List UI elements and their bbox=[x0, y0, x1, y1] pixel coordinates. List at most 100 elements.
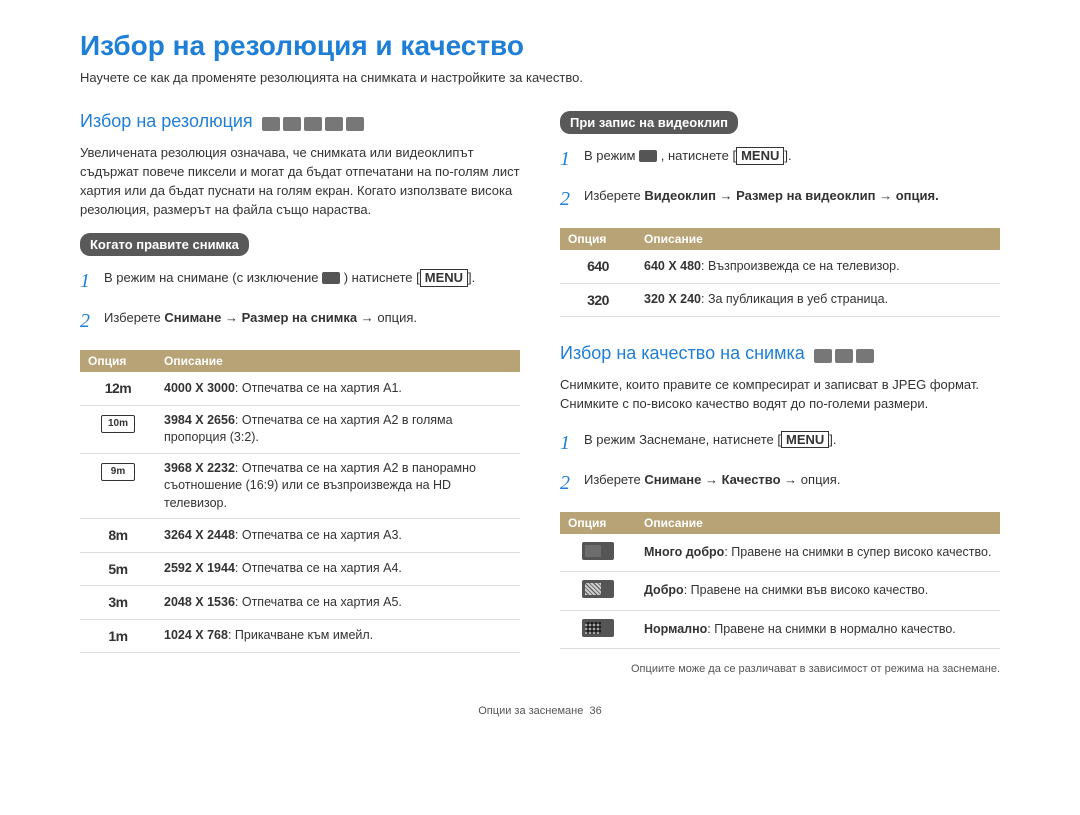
right-bottom-desc: Снимките, които правите се компресират и… bbox=[560, 376, 1000, 414]
table-row: 1m 1024 X 768: Прикачване към имейл. bbox=[80, 619, 520, 653]
page-footer: Опции за заснемане 36 bbox=[80, 705, 1000, 717]
quality-footnote: Опциите може да се различават в зависимо… bbox=[560, 663, 1000, 675]
table-row: Много добро: Правене на снимки в супер в… bbox=[560, 534, 1000, 572]
quality-icon bbox=[582, 580, 614, 598]
mode-icon bbox=[283, 117, 301, 131]
table-row: 9m 3968 X 2232: Отпечатва се на хартия A… bbox=[80, 453, 520, 519]
right-top-subhead: При запис на видеоклип bbox=[560, 111, 738, 134]
step-number: 2 bbox=[560, 184, 584, 214]
th-description: Описание bbox=[636, 512, 1000, 534]
quality-label: Нормално bbox=[644, 622, 707, 636]
resolution-icon: 5m bbox=[102, 561, 134, 577]
mode-icon bbox=[325, 117, 343, 131]
text: опция. bbox=[801, 472, 841, 487]
resolution-desc: : Прикачване към имейл. bbox=[228, 628, 373, 642]
text: . bbox=[472, 270, 476, 285]
table-row: 8m 3264 X 2448: Отпечатва се на хартия A… bbox=[80, 519, 520, 553]
step-number: 2 bbox=[80, 306, 104, 336]
video-size-icon: 640 bbox=[582, 258, 614, 274]
resolution-value: 2048 X 1536 bbox=[164, 595, 235, 609]
resolution-value: 3968 X 2232 bbox=[164, 461, 235, 475]
movie-mode-icon bbox=[322, 272, 340, 284]
text: опция. bbox=[896, 188, 939, 203]
table-row: 12m 4000 X 3000: Отпечатва се на хартия … bbox=[80, 372, 520, 405]
table-row: 640 640 X 480: Възпроизвежда се на телев… bbox=[560, 250, 1000, 283]
path: Снимане → Качество → bbox=[644, 472, 797, 487]
resolution-value: 1024 X 768 bbox=[164, 628, 228, 642]
table-row: 3m 2048 X 1536: Отпечатва се на хартия A… bbox=[80, 586, 520, 620]
left-resolution-table: Опция Описание 12m 4000 X 3000: Отпечатв… bbox=[80, 350, 520, 653]
page-title: Избор на резолюция и качество bbox=[80, 30, 1000, 62]
mode-icon bbox=[262, 117, 280, 131]
right-bottom-heading: Избор на качество на снимка bbox=[560, 343, 805, 364]
quality-icon bbox=[582, 542, 614, 560]
step-number: 2 bbox=[560, 468, 584, 498]
th-description: Описание bbox=[156, 350, 520, 372]
footer-page: 36 bbox=[589, 705, 601, 717]
step-number: 1 bbox=[80, 266, 104, 296]
mode-icon bbox=[346, 117, 364, 131]
quality-desc: : Правене на снимки във високо качество. bbox=[684, 583, 929, 597]
resolution-icon: 1m bbox=[102, 628, 134, 644]
path: Видеоклип → Размер на видеоклип → bbox=[644, 188, 892, 203]
th-description: Описание bbox=[636, 228, 1000, 250]
text: , натиснете bbox=[661, 148, 733, 163]
resolution-icon: 9m bbox=[101, 463, 135, 481]
mode-icon bbox=[814, 349, 832, 363]
resolution-value: 2592 X 1944 bbox=[164, 561, 235, 575]
text: В режим Заснемане, натиснете bbox=[584, 432, 777, 447]
menu-button-label: MENU bbox=[781, 431, 829, 449]
left-step-2: 2 Изберете Снимане → Размер на снимка → … bbox=[80, 306, 520, 336]
th-option: Опция bbox=[560, 512, 636, 534]
resolution-value: 3984 X 2656 bbox=[164, 413, 235, 427]
text: В режим bbox=[584, 148, 639, 163]
resolution-value: 4000 X 3000 bbox=[164, 381, 235, 395]
quality-label: Добро bbox=[644, 583, 684, 597]
resolution-value: 3264 X 2448 bbox=[164, 528, 235, 542]
left-mode-icons bbox=[262, 117, 364, 131]
resolution-desc: : Отпечатва се на хартия A3. bbox=[235, 528, 402, 542]
table-row: 10m 3984 X 2656: Отпечатва се на хартия … bbox=[80, 405, 520, 453]
table-row: Добро: Правене на снимки във високо каче… bbox=[560, 572, 1000, 611]
step-number: 1 bbox=[560, 144, 584, 174]
video-size-value: 640 X 480 bbox=[644, 259, 701, 273]
text: . bbox=[833, 432, 837, 447]
mode-icon bbox=[856, 349, 874, 363]
text: Изберете bbox=[584, 188, 644, 203]
quality-table: Опция Описание Много добро: Правене на с… bbox=[560, 512, 1000, 650]
resolution-desc: : Отпечатва се на хартия A5. bbox=[235, 595, 402, 609]
right-top-step-1: 1 В режим , натиснете [MENU]. bbox=[560, 144, 1000, 174]
resolution-desc: : Отпечатва се на хартия A4. bbox=[235, 561, 402, 575]
table-row: 5m 2592 X 1944: Отпечатва се на хартия A… bbox=[80, 552, 520, 586]
left-subhead: Когато правите снимка bbox=[80, 233, 249, 256]
video-size-desc: : Възпроизвежда се на телевизор. bbox=[701, 259, 900, 273]
left-step-1: 1 В режим на снимане (с изключение ) нат… bbox=[80, 266, 520, 296]
video-size-desc: : За публикация в уеб страница. bbox=[701, 292, 888, 306]
menu-button-label: MENU bbox=[420, 269, 468, 287]
mode-icon bbox=[304, 117, 322, 131]
quality-icon bbox=[582, 619, 614, 637]
video-resolution-table: Опция Описание 640 640 X 480: Възпроизве… bbox=[560, 228, 1000, 317]
th-option: Опция bbox=[80, 350, 156, 372]
quality-desc: : Правене на снимки в нормално качество. bbox=[707, 622, 955, 636]
path: Снимане → Размер на снимка → bbox=[164, 310, 373, 325]
step-number: 1 bbox=[560, 428, 584, 458]
right-bottom-step-2: 2 Изберете Снимане → Качество → опция. bbox=[560, 468, 1000, 498]
left-column: Избор на резолюция Увеличената резолюция… bbox=[80, 111, 520, 675]
resolution-desc: : Отпечатва се на хартия A1. bbox=[235, 381, 402, 395]
mode-icon bbox=[835, 349, 853, 363]
right-column: При запис на видеоклип 1 В режим , натис… bbox=[560, 111, 1000, 675]
quality-desc: : Правене на снимки в супер високо качес… bbox=[724, 545, 991, 559]
resolution-icon: 10m bbox=[101, 415, 135, 433]
text: ) натиснете bbox=[344, 270, 416, 285]
text: Изберете bbox=[104, 310, 164, 325]
page-intro: Научете се как да променяте резолюцията … bbox=[80, 70, 1000, 85]
text: В режим на снимане (с изключение bbox=[104, 270, 322, 285]
left-heading: Избор на резолюция bbox=[80, 111, 253, 132]
th-option: Опция bbox=[560, 228, 636, 250]
quality-label: Много добро bbox=[644, 545, 724, 559]
menu-button-label: MENU bbox=[736, 147, 784, 165]
text: опция. bbox=[377, 310, 417, 325]
video-size-icon: 320 bbox=[582, 292, 614, 308]
left-desc: Увеличената резолюция означава, че снимк… bbox=[80, 144, 520, 219]
